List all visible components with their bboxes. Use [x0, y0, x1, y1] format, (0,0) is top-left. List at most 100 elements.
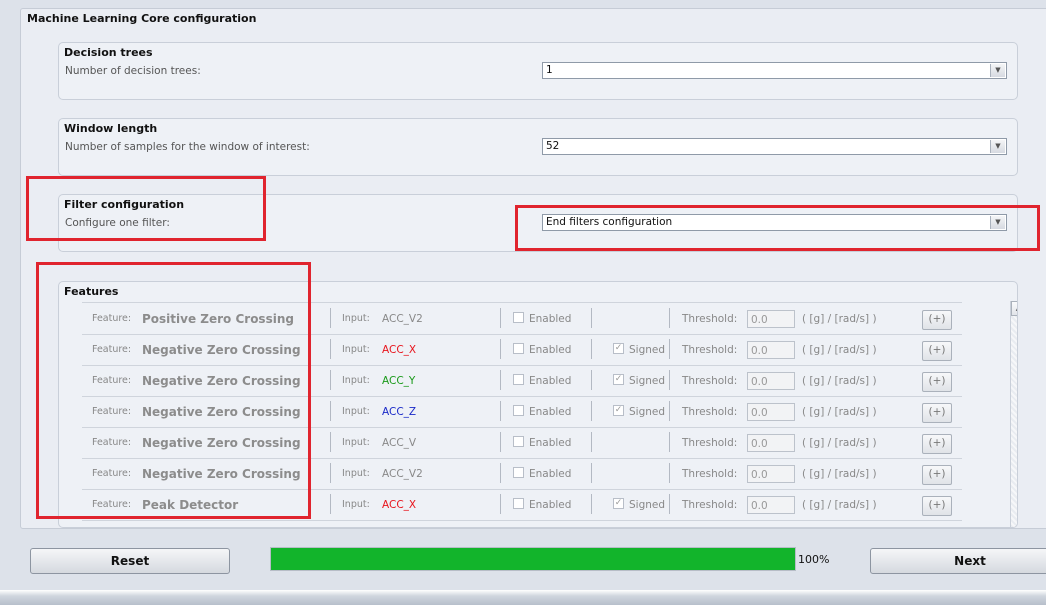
- unit-label: ( [g] / [rad/s] ): [802, 437, 877, 449]
- enabled-checkbox[interactable]: [513, 343, 524, 354]
- input-label: Input:: [342, 375, 370, 386]
- progress-text: 100%: [798, 553, 830, 566]
- input-label: Input:: [342, 499, 370, 510]
- decision-trees-label: Number of decision trees:: [65, 65, 201, 77]
- feature-row: Feature: Negative Zero Crossing Input: ACC_…: [82, 366, 962, 397]
- column-divider: [669, 308, 670, 328]
- enabled-label: Enabled: [529, 375, 572, 387]
- enabled-label: Enabled: [529, 313, 572, 325]
- add-feature-button[interactable]: (+): [922, 341, 952, 361]
- feature-row: Feature: Negative Zero Crossing Input: ACC_…: [82, 428, 962, 459]
- enabled-checkbox[interactable]: [513, 498, 524, 509]
- feature-label: Feature:: [92, 499, 132, 510]
- filter-configuration-value: End filters configuration: [546, 216, 673, 228]
- chevron-down-icon[interactable]: ▼: [990, 216, 1005, 229]
- column-divider: [330, 370, 331, 390]
- threshold-label: Threshold:: [682, 344, 738, 356]
- enabled-checkbox[interactable]: [513, 436, 524, 447]
- threshold-label: Threshold:: [682, 499, 738, 511]
- unit-label: ( [g] / [rad/s] ): [802, 344, 877, 356]
- signed-label: Signed: [629, 499, 666, 511]
- signed-label: Signed: [629, 375, 666, 387]
- enabled-checkbox[interactable]: [513, 467, 524, 478]
- chevron-down-icon[interactable]: ▼: [990, 140, 1005, 153]
- unit-label: ( [g] / [rad/s] ): [802, 499, 877, 511]
- column-divider: [330, 432, 331, 452]
- signed-checkbox[interactable]: ✓: [613, 498, 624, 509]
- window-length-section: Window length Number of samples for the …: [58, 118, 1018, 176]
- signed-checkbox[interactable]: ✓: [613, 374, 624, 385]
- add-feature-button[interactable]: (+): [922, 310, 952, 330]
- signed-label: Signed: [629, 406, 666, 418]
- add-feature-button[interactable]: (+): [922, 403, 952, 423]
- decision-trees-combo[interactable]: 1 ▼: [542, 62, 1007, 79]
- features-scrollbar[interactable]: ▲: [1010, 301, 1017, 527]
- enabled-label: Enabled: [529, 437, 572, 449]
- threshold-field[interactable]: 0.0: [747, 434, 795, 452]
- threshold-field[interactable]: 0.0: [747, 341, 795, 359]
- input-value: ACC_X: [382, 344, 417, 356]
- threshold-label: Threshold:: [682, 375, 738, 387]
- column-divider: [591, 308, 592, 328]
- threshold-field[interactable]: 0.0: [747, 310, 795, 328]
- feature-label: Feature:: [92, 313, 132, 324]
- input-label: Input:: [342, 406, 370, 417]
- input-label: Input:: [342, 313, 370, 324]
- feature-row: Feature: Negative Zero Crossing Input: ACC_…: [82, 459, 962, 490]
- reset-button[interactable]: Reset: [30, 548, 230, 574]
- column-divider: [591, 432, 592, 452]
- add-feature-button[interactable]: (+): [922, 372, 952, 392]
- column-divider: [669, 401, 670, 421]
- column-divider: [330, 463, 331, 483]
- next-button[interactable]: Next: [870, 548, 1046, 574]
- threshold-field[interactable]: 0.0: [747, 403, 795, 421]
- column-divider: [669, 432, 670, 452]
- column-divider: [591, 370, 592, 390]
- progress-fill: [271, 548, 795, 570]
- add-feature-button[interactable]: (+): [922, 496, 952, 516]
- feature-name: Negative Zero Crossing: [142, 343, 301, 357]
- column-divider: [669, 494, 670, 514]
- enabled-checkbox[interactable]: [513, 405, 524, 416]
- column-divider: [500, 401, 501, 421]
- filter-configuration-combo[interactable]: End filters configuration ▼: [542, 214, 1007, 231]
- window-length-title: Window length: [64, 122, 158, 135]
- feature-label: Feature:: [92, 437, 132, 448]
- signed-checkbox[interactable]: ✓: [613, 405, 624, 416]
- threshold-label: Threshold:: [682, 468, 738, 480]
- threshold-field[interactable]: 0.0: [747, 372, 795, 390]
- feature-label: Feature:: [92, 375, 132, 386]
- threshold-field[interactable]: 0.0: [747, 465, 795, 483]
- feature-name: Positive Zero Crossing: [142, 312, 294, 326]
- add-feature-button[interactable]: (+): [922, 434, 952, 454]
- column-divider: [669, 370, 670, 390]
- window-length-combo[interactable]: 52 ▼: [542, 138, 1007, 155]
- feature-row: Feature: Positive Zero Crossing Input: ACC_…: [82, 304, 962, 335]
- chevron-down-icon[interactable]: ▼: [990, 64, 1005, 77]
- filter-configuration-title: Filter configuration: [64, 198, 185, 211]
- enabled-checkbox[interactable]: [513, 312, 524, 323]
- window-bottom-edge: [0, 590, 1046, 605]
- signed-checkbox[interactable]: ✓: [613, 343, 624, 354]
- panel-title: Machine Learning Core configuration: [27, 12, 257, 25]
- column-divider: [330, 494, 331, 514]
- input-value: ACC_Y: [382, 375, 416, 387]
- column-divider: [330, 401, 331, 421]
- features-title: Features: [64, 285, 119, 298]
- scroll-up-icon[interactable]: ▲: [1011, 301, 1017, 316]
- feature-name: Negative Zero Crossing: [142, 436, 301, 450]
- features-section: Features Feature: Positive Zero Crossing I…: [58, 281, 1018, 528]
- threshold-field[interactable]: 0.0: [747, 496, 795, 514]
- input-value: ACC_X: [382, 499, 417, 511]
- column-divider: [500, 308, 501, 328]
- enabled-checkbox[interactable]: [513, 374, 524, 385]
- input-value: ACC_V: [382, 437, 417, 449]
- decision-trees-title: Decision trees: [64, 46, 153, 59]
- signed-label: Signed: [629, 344, 666, 356]
- column-divider: [500, 370, 501, 390]
- progress-bar: [270, 547, 796, 571]
- feature-row: Feature: Negative Zero Crossing Input: ACC_…: [82, 397, 962, 428]
- column-divider: [330, 339, 331, 359]
- filter-configuration-label: Configure one filter:: [65, 217, 170, 229]
- add-feature-button[interactable]: (+): [922, 465, 952, 485]
